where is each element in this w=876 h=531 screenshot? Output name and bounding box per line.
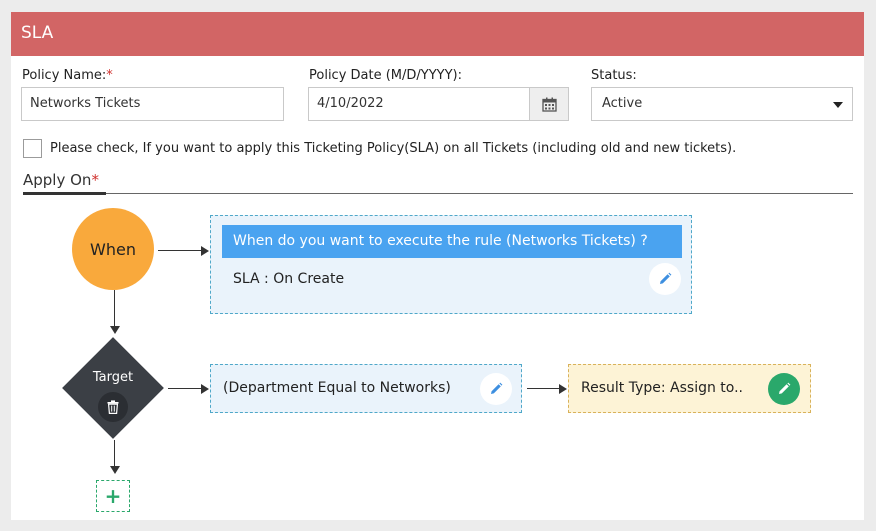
connector-line <box>114 290 115 328</box>
pencil-icon <box>779 382 791 394</box>
connector-line <box>168 388 202 389</box>
status-value: Active <box>602 96 643 111</box>
when-rule-box: When do you want to execute the rule (Ne… <box>210 215 692 314</box>
connector-line <box>527 388 560 389</box>
panel-title: SLA <box>21 23 54 43</box>
edit-when-button[interactable] <box>649 263 681 295</box>
connector-line <box>114 440 115 468</box>
panel-header: SLA <box>11 12 864 56</box>
arrow-right-icon <box>201 384 209 394</box>
section-divider <box>23 193 853 194</box>
section-title-underline <box>23 192 106 195</box>
arrow-down-icon <box>110 466 120 474</box>
policy-date-label: Policy Date (M/D/YYYY): <box>309 68 463 83</box>
required-asterisk: * <box>106 68 113 83</box>
edit-condition-button[interactable] <box>480 373 512 405</box>
when-rule-value: SLA : On Create <box>233 271 345 287</box>
pencil-icon <box>660 272 672 284</box>
status-select[interactable]: Active <box>591 87 853 121</box>
apply-all-checkbox[interactable] <box>23 139 42 158</box>
apply-on-title: Apply On <box>23 171 92 189</box>
sla-card: SLA Policy Name:* Networks Tickets Polic… <box>11 12 864 520</box>
apply-all-label: Please check, If you want to apply this … <box>50 141 737 156</box>
calendar-icon <box>541 97 557 112</box>
when-label: When <box>90 239 136 259</box>
arrow-right-icon <box>201 246 209 256</box>
plus-icon: + <box>104 484 122 508</box>
policy-name-label-text: Policy Name: <box>22 68 107 83</box>
pencil-icon <box>491 382 503 394</box>
apply-on-heading: Apply On* <box>23 171 99 189</box>
policy-date-value: 4/10/2022 <box>317 96 384 111</box>
connector-line <box>158 250 202 251</box>
target-node[interactable] <box>62 337 164 439</box>
delete-target-button[interactable] <box>98 392 128 422</box>
caret-down-icon <box>833 102 843 108</box>
when-node[interactable]: When <box>72 208 154 290</box>
required-asterisk: * <box>91 171 99 189</box>
policy-date-input[interactable]: 4/10/2022 <box>308 87 530 121</box>
policy-name-value: Networks Tickets <box>30 96 141 111</box>
edit-result-button[interactable] <box>768 373 800 405</box>
trash-icon <box>107 400 119 414</box>
condition-text: (Department Equal to Networks) <box>223 380 451 396</box>
policy-name-label: Policy Name:* <box>22 68 113 83</box>
result-box: Result Type: Assign to.. <box>568 364 811 413</box>
arrow-down-icon <box>110 326 120 334</box>
calendar-button[interactable] <box>529 87 569 121</box>
status-label: Status: <box>591 68 637 83</box>
policy-name-input[interactable]: Networks Tickets <box>21 87 284 121</box>
arrow-right-icon <box>559 384 567 394</box>
when-rule-title: When do you want to execute the rule (Ne… <box>222 225 682 258</box>
condition-box: (Department Equal to Networks) <box>210 364 522 413</box>
target-label: Target <box>92 370 134 385</box>
add-node-button[interactable]: + <box>96 480 130 512</box>
result-text: Result Type: Assign to.. <box>581 380 744 396</box>
